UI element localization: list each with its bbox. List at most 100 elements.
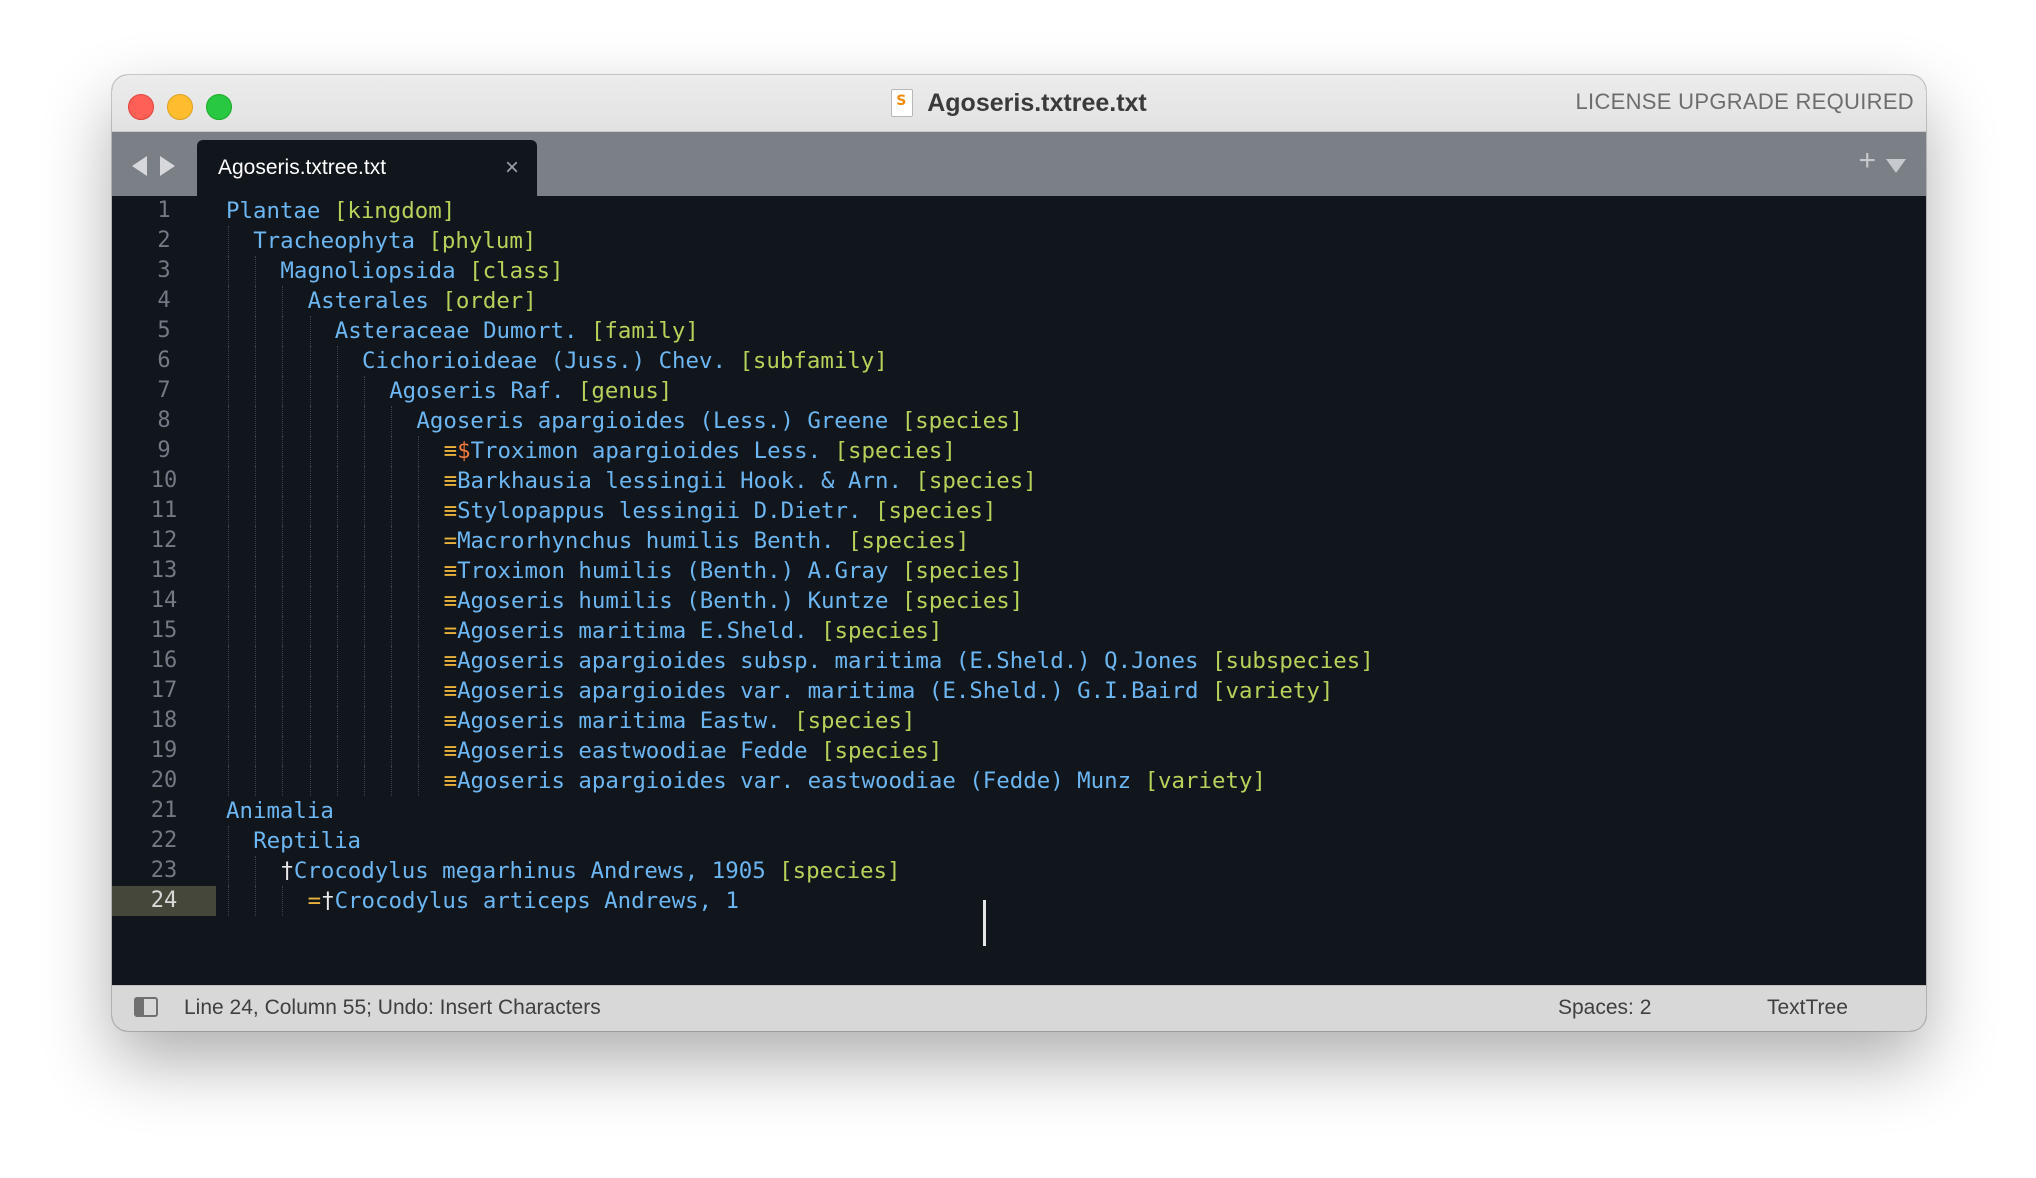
indent-guide [228, 736, 229, 766]
indent-guide [282, 406, 284, 436]
indent-guide [228, 256, 229, 286]
code-line[interactable]: =Macrorhynchus humilis Benth. [species] [444, 526, 970, 556]
indent-guide [418, 646, 420, 676]
indent-guide [228, 376, 229, 406]
code-line[interactable]: Agoseris apargioides (Less.) Greene [spe… [416, 406, 1023, 436]
indent-guide [391, 646, 393, 676]
taxon-rank: [family] [590, 318, 699, 344]
taxon-name: Agoseris maritima E.Sheld. [457, 618, 808, 644]
taxon-rank: [order] [442, 288, 537, 314]
code-editor[interactable]: 1 2 3 4 5 6 7 8 9 10 11 12 13 14 15 16 17 18 19 20 21 22 23 24 … [112, 196, 1926, 986]
taxon-name: Cichorioideae (Juss.) Chev. [362, 348, 726, 374]
code-line[interactable]: †Crocodylus megarhinus Andrews, 1905 [sp… [280, 856, 900, 886]
indent-guide [309, 436, 311, 466]
code-line[interactable]: Agoseris Raf. [genus] [389, 376, 672, 406]
indent-guide [309, 676, 311, 706]
code-line[interactable]: Cichorioideae (Juss.) Chev. [subfamily] [362, 346, 888, 376]
synonym-marker: ≡ [443, 678, 458, 704]
indent-guide [309, 406, 311, 436]
indent-guide [364, 496, 365, 526]
tab-close-icon[interactable]: × [505, 154, 519, 182]
code-line[interactable]: Asterales [order] [308, 286, 537, 316]
indent-guide [282, 676, 284, 706]
indent-guide [255, 376, 257, 406]
taxon-rank: [subspecies] [1211, 648, 1374, 674]
indent-guide [336, 496, 338, 526]
indent-guide [364, 646, 365, 676]
syntax-setting[interactable]: TextTree [1767, 996, 1848, 1020]
code-line[interactable]: Asteraceae Dumort. [family] [335, 316, 699, 346]
code-line[interactable]: Magnoliopsida [class] [280, 256, 563, 286]
indentation-setting[interactable]: Spaces: 2 [1558, 996, 1651, 1020]
code-line[interactable]: Tracheophyta [phylum] [253, 226, 536, 256]
taxon-name: Animalia [226, 798, 334, 824]
code-line[interactable]: ≡Agoseris apargioides subsp. maritima (E… [444, 646, 1374, 676]
taxon-name: Agoseris apargioides var. maritima (E.Sh… [457, 678, 1199, 704]
indent-guide [228, 466, 229, 496]
indent-guide [336, 706, 338, 736]
code-line[interactable]: Reptilia [253, 826, 361, 856]
forward-arrow-icon[interactable] [160, 156, 175, 176]
window-title: Agoseris.txtree.txt [927, 88, 1147, 117]
code-line[interactable]: =Agoseris maritima E.Sheld. [species] [444, 616, 943, 646]
indent-guide [255, 706, 257, 736]
synonym-marker: ≡ [443, 438, 458, 464]
status-marker: † [280, 858, 294, 884]
taxon-rank: [species] [821, 618, 943, 644]
indent-guide [336, 556, 338, 586]
indent-guide [228, 406, 229, 436]
license-notice[interactable]: LICENSE UPGRADE REQUIRED [1576, 89, 1915, 115]
synonym-marker: ≡ [443, 588, 458, 614]
taxon-rank: [species] [901, 408, 1024, 434]
code-line[interactable]: ≡Barkhausia lessingii Hook. & Arn. [spec… [444, 466, 1037, 496]
indent-guide [364, 676, 365, 706]
zoom-window-button[interactable] [206, 94, 232, 120]
taxon-name: Macrorhynchus humilis Benth. [457, 528, 835, 554]
indent-guide [228, 646, 229, 676]
indent-guide [255, 856, 257, 886]
status-marker: † [321, 888, 335, 914]
indent-guide [255, 496, 257, 526]
indent-guide [418, 616, 420, 646]
code-line[interactable]: ≡Agoseris apargioides var. maritima (E.S… [444, 676, 1334, 706]
status-bar: Line 24, Column 55; Undo: Insert Charact… [112, 985, 1926, 1031]
code-line[interactable]: Animalia [226, 796, 334, 826]
code-line[interactable]: Plantae [kingdom] [226, 196, 455, 226]
indent-guide [418, 466, 420, 496]
synonym-marker: = [307, 888, 322, 914]
tab-list-dropdown-icon[interactable] [1886, 159, 1906, 173]
indent-guide [228, 226, 229, 256]
indent-guide [418, 706, 420, 736]
title-bar[interactable]: Agoseris.txtree.txt LICENSE UPGRADE REQU… [112, 75, 1926, 132]
taxon-name: Troximon humilis (Benth.) A.Gray [457, 558, 889, 584]
synonym-marker: ≡ [443, 738, 458, 764]
code-line[interactable]: ≡Stylopappus lessingii D.Dietr. [species… [444, 496, 997, 526]
synonym-marker: ≡ [443, 708, 458, 734]
sidebar-toggle-icon[interactable] [134, 997, 158, 1017]
taxon-rank: [species] [848, 528, 970, 554]
tab-agoseris[interactable]: Agoseris.txtree.txt × [197, 140, 537, 196]
indent-guide [364, 556, 365, 586]
taxon-rank: [species] [901, 588, 1024, 614]
close-window-button[interactable] [128, 94, 154, 120]
indent-guide [228, 496, 229, 526]
code-area[interactable]: Plantae [kingdom] Tracheophyta [phylum] Ma… [112, 196, 1926, 986]
code-line[interactable]: ≡Troximon humilis (Benth.) A.Gray [speci… [444, 556, 1024, 586]
new-tab-icon[interactable]: + [1858, 146, 1876, 176]
indent-guide [255, 286, 257, 316]
code-line[interactable]: ≡Agoseris maritima Eastw. [species] [444, 706, 916, 736]
back-arrow-icon[interactable] [132, 156, 147, 176]
indent-guide [309, 736, 311, 766]
indent-guide [228, 526, 229, 556]
taxon-name: Barkhausia lessingii Hook. & Arn. [457, 468, 902, 494]
indent-guide [336, 766, 338, 796]
code-line[interactable]: =†Crocodylus articeps Andrews, 1 [308, 886, 739, 916]
indent-guide [282, 286, 284, 316]
code-line[interactable]: ≡Agoseris eastwoodiae Fedde [species] [444, 736, 943, 766]
indent-guide [309, 706, 311, 736]
taxon-rank: [species] [915, 468, 1037, 494]
code-line[interactable]: ≡Agoseris apargioides var. eastwoodiae (… [444, 766, 1266, 796]
code-line[interactable]: ≡Agoseris humilis (Benth.) Kuntze [speci… [444, 586, 1024, 616]
minimize-window-button[interactable] [167, 94, 193, 120]
code-line[interactable]: ≡$Troximon apargioides Less. [species] [444, 436, 956, 466]
